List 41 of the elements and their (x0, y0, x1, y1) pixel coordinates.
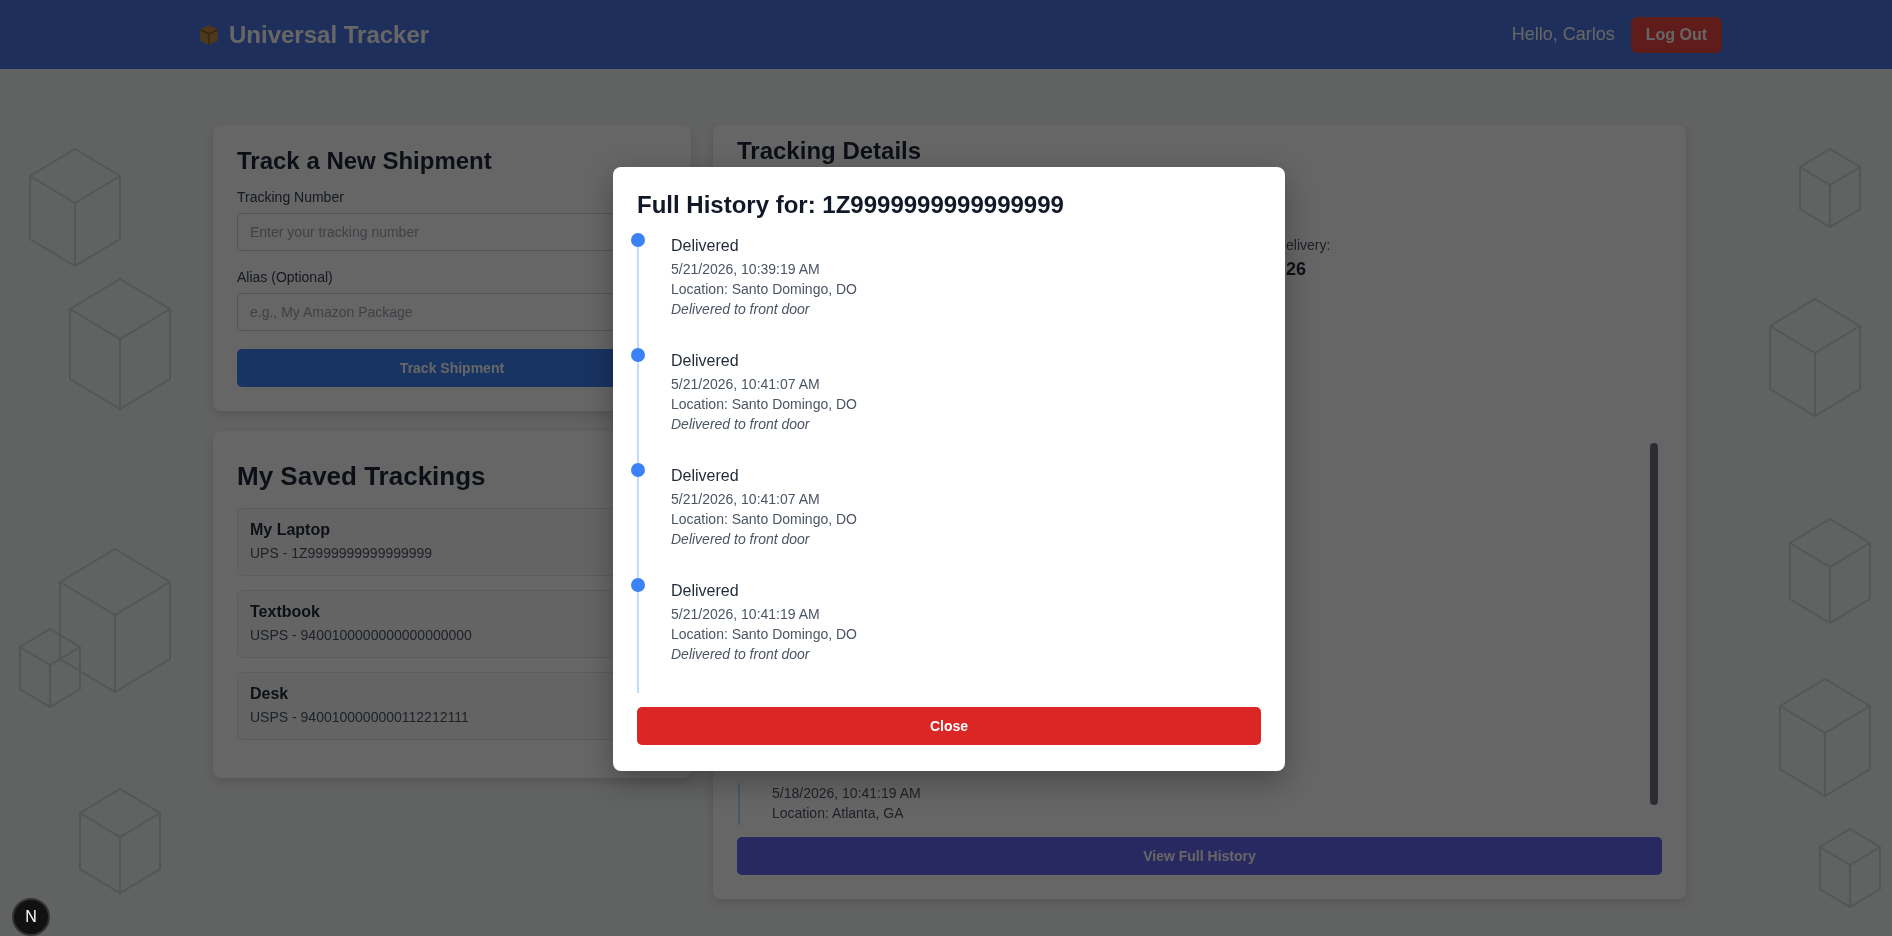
tracking-number: UPS - 1Z9999999999999999 (250, 545, 434, 561)
event-location: Location: Atlanta, GA (772, 804, 905, 823)
event-status: Delivered (671, 352, 740, 370)
event-location: Location: Santo Domingo, DO (671, 395, 858, 414)
event-location: Location: Santo Domingo, DO (671, 625, 858, 644)
delivery-label: elivery: (1286, 237, 1331, 253)
tracking-number: USPS - 9400100000000112212111 (250, 709, 470, 725)
event-status: Delivered (671, 582, 740, 600)
event-note: Delivered to front door (671, 530, 811, 549)
event-note: Delivered to front door (671, 645, 811, 664)
tracking-alias: Textbook (250, 603, 321, 621)
close-button[interactable]: Close (637, 707, 1261, 745)
event-time: 5/21/2026, 10:39:19 AM (671, 260, 821, 279)
event-note: Delivered to front door (671, 300, 811, 319)
event-note: Delivered to front door (671, 415, 811, 434)
section-title: Track a New Shipment (237, 147, 492, 175)
logout-button[interactable]: Log Out (1630, 16, 1722, 53)
timeline-dot (631, 463, 645, 477)
delivery-date: 26 (1286, 259, 1307, 280)
tracking-number: USPS - 9400100000000000000000 (250, 627, 473, 643)
user-greeting: Hello, Carlos (1511, 24, 1615, 45)
event-location: Location: Santo Domingo, DO (671, 510, 858, 529)
timeline-dot (631, 348, 645, 362)
tracking-alias: My Laptop (250, 521, 331, 539)
field-label: Alias (Optional) (237, 269, 334, 285)
dev-tools-badge[interactable]: N (12, 898, 50, 936)
event-status: Delivered (671, 237, 740, 255)
section-title: Tracking Details (737, 137, 922, 165)
timeline-dot (631, 578, 645, 592)
timeline-dot (631, 233, 645, 247)
section-title: My Saved Trackings (237, 461, 486, 492)
event-time: 5/21/2026, 10:41:19 AM (671, 605, 821, 624)
app-title: Universal Tracker (229, 20, 430, 49)
event-status: Delivered (671, 467, 740, 485)
event-location: Location: Santo Domingo, DO (671, 280, 858, 299)
scrollbar-thumb[interactable] (1650, 443, 1658, 805)
package-icon (197, 22, 221, 47)
tracking-alias: Desk (250, 685, 290, 703)
event-time: 5/18/2026, 10:41:19 AM (772, 784, 922, 803)
event-time: 5/21/2026, 10:41:07 AM (671, 490, 821, 509)
event-time: 5/21/2026, 10:41:07 AM (671, 375, 821, 394)
